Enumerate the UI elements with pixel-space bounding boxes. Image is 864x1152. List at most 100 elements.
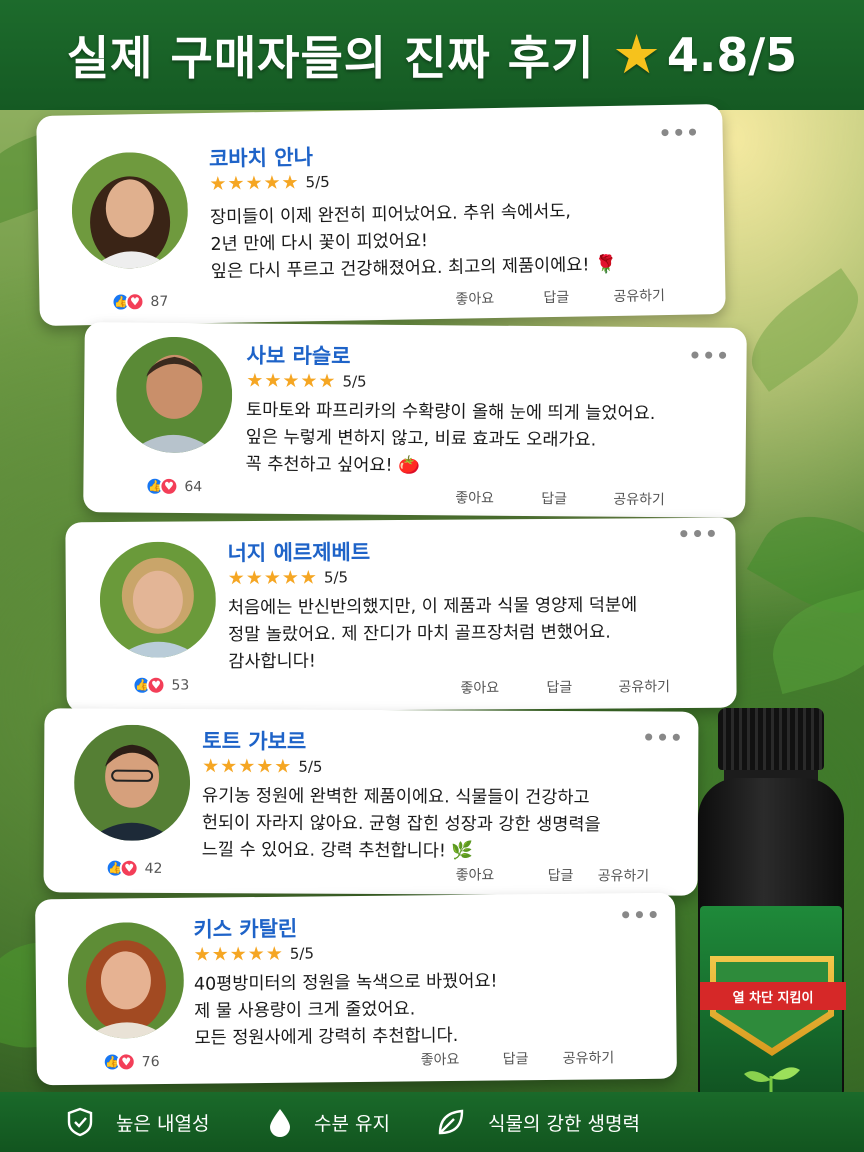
review-line: 느낄 수 있어요. 강력 추천합니다! 🌿 [201,840,474,862]
share-button[interactable]: 공유하기 [618,676,670,696]
review-line: 헌되이 자라지 않아요. 균형 잡힌 성장과 강한 생명력을 [201,813,601,836]
feature-label: 수분 유지 [314,1112,390,1135]
review-card: 너지 에르제베트 ★★★★★ 5/5 처음에는 반신반의했지만, 이 제품과 식… [65,517,737,713]
review-line: 40평방미터의 정원을 녹색으로 바꿨어요! [193,971,498,995]
review-card: 코바치 안나 ★★★★★ 5/5 장미들이 이제 완전히 피어났어요. 추위 속… [36,104,726,326]
star-icon: ★ [612,23,661,86]
action-bar: 좋아요 답글 공유하기 [421,1047,615,1069]
reply-button[interactable]: 답글 [546,676,618,697]
reactions[interactable]: 👍 ♥ 87 [111,292,168,312]
more-options-icon[interactable]: ••• [642,725,683,749]
star-rating: ★★★★★ 5/5 [227,566,349,590]
review-line: 제 물 사용량이 크게 줄었어요. [194,999,416,1022]
avatar [67,921,185,1040]
more-options-icon[interactable]: ••• [619,903,661,927]
review-line: 감사합니다! [228,651,316,673]
reply-button[interactable]: 답글 [503,1048,563,1069]
five-stars-icon: ★★★★★ [246,369,337,393]
reactions[interactable]: 👍 ♥ 53 [132,675,190,695]
reaction-count: 76 [141,1053,160,1070]
heart-icon: ♥ [116,1052,136,1072]
five-stars-icon: ★★★★★ [202,755,293,778]
page-title: 실제 구매자들의 진짜 후기 [66,31,595,85]
five-stars-icon: ★★★★★ [227,566,318,590]
avatar [70,151,189,270]
review-line: 정말 놀랐어요. 제 잔디가 마치 골프장처럼 변했어요. [228,622,611,646]
avatar [73,724,191,842]
review-text: 장미들이 이제 완전히 피어났어요. 추위 속에서도, 2년 만에 다시 꽃이 … [210,198,617,286]
review-text: 유기농 정원에 완벽한 제품이에요. 식물들이 건강하고 헌되이 자라지 않아요… [202,783,601,866]
share-button[interactable]: 공유하기 [613,285,665,306]
review-line: 꼭 추천하고 싶어요! 🍅 [245,454,420,477]
reply-button[interactable]: 답글 [541,488,613,509]
header-banner: 실제 구매자들의 진짜 후기 ★ 4.8/5 [0,0,864,110]
like-button[interactable]: 좋아요 [455,487,541,508]
rating-value: 5/5 [323,568,349,587]
review-line: 잎은 다시 푸르고 건강해졌어요. 최고의 제품이에요! 🌹 [210,254,617,282]
background-leaf [734,268,864,392]
bottle-cap [718,708,824,770]
reviewer-name[interactable]: 너지 에르제베트 [227,536,370,567]
more-options-icon[interactable]: ••• [688,343,730,367]
shield-check-icon [67,1107,93,1137]
reply-button[interactable]: 답글 [543,286,613,307]
bottle-body: 열 차단 지킴이 [698,778,846,1116]
heart-icon: ♥ [146,675,166,695]
reply-button[interactable]: 답글 [548,865,598,885]
heart-icon: ♥ [159,476,179,496]
heart-icon: ♥ [119,858,139,878]
like-button[interactable]: 좋아요 [460,677,546,698]
feature-item: 식물의 강한 생명력 [436,1092,640,1152]
review-line: 토마토와 파프리카의 수확량이 올해 눈에 띄게 늘었어요. [245,400,656,425]
action-bar: 좋아요 답글 공유하기 [455,487,665,509]
reactions[interactable]: 👍 ♥ 76 [102,1052,160,1072]
overall-score: 4.8/5 [666,28,798,82]
rating-value: 5/5 [342,372,367,391]
five-stars-icon: ★★★★★ [209,171,300,195]
water-drop-icon [270,1109,290,1137]
share-button[interactable]: 공유하기 [598,865,650,885]
like-button[interactable]: 좋아요 [456,864,548,884]
heart-icon: ♥ [125,292,145,312]
star-rating: ★★★★★ 5/5 [202,755,322,778]
star-rating: ★★★★★ 5/5 [209,171,330,195]
reaction-count: 87 [150,293,169,310]
leaf-icon [438,1109,464,1135]
star-rating: ★★★★★ 5/5 [246,370,366,393]
feature-label: 높은 내열성 [116,1112,210,1135]
avatar [99,541,217,659]
share-button[interactable]: 공유하기 [613,489,665,509]
more-options-icon[interactable]: ••• [677,522,719,546]
like-button[interactable]: 좋아요 [455,287,543,309]
reviewer-name[interactable]: 코바치 안나 [209,141,313,173]
review-text: 처음에는 반신반의했지만, 이 제품과 식물 영양제 덕분에 정말 놀랐어요. … [228,592,638,676]
review-card: 사보 라슬로 ★★★★★ 5/5 토마토와 파프리카의 수확량이 올해 눈에 띄… [83,322,747,518]
product-name: 열 차단 지킴이 [700,982,846,1010]
more-options-icon[interactable]: ••• [658,120,700,145]
five-stars-icon: ★★★★★ [193,942,284,966]
action-bar: 좋아요 답글 공유하기 [460,676,670,697]
review-line: 잎은 누렇게 변하지 않고, 비료 효과도 오래가요. [245,427,597,451]
feature-banner: 높은 내열성 수분 유지 식물의 강한 생명력 [0,1092,864,1152]
overall-rating: ★ 4.8/5 [612,23,798,86]
reviewer-name[interactable]: 토트 가보르 [202,725,306,756]
reactions[interactable]: 👍 ♥ 42 [105,858,163,878]
reaction-count: 64 [184,478,203,495]
feature-item: 수분 유지 [268,1092,390,1152]
feature-label: 식물의 강한 생명력 [488,1112,640,1135]
reviewer-name[interactable]: 사보 라슬로 [246,340,350,371]
rating-value: 5/5 [298,757,323,776]
rating-value: 5/5 [289,944,315,963]
reaction-count: 53 [171,676,190,694]
product-bottle: 열 차단 지킴이 [698,708,846,1116]
review-card: 토트 가보르 ★★★★★ 5/5 유기농 정원에 완벽한 제품이에요. 식물들이… [43,708,699,896]
rating-value: 5/5 [305,172,330,192]
like-button[interactable]: 좋아요 [421,1048,503,1069]
reviewer-name[interactable]: 키스 카탈린 [193,913,297,944]
avatar [115,336,233,454]
action-bar: 좋아요 답글 공유하기 [456,864,650,885]
share-button[interactable]: 공유하기 [563,1047,615,1068]
feature-item: 높은 내열성 [66,1092,209,1152]
reactions[interactable]: 👍 ♥ 64 [145,476,203,496]
product-label: 열 차단 지킴이 [700,906,846,1116]
